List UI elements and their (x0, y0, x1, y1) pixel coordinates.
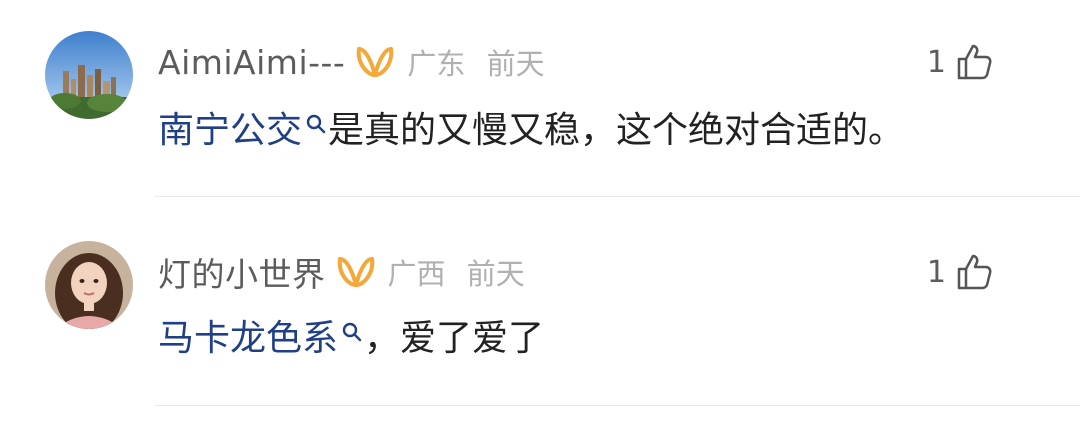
username[interactable]: 灯的小世界 (158, 248, 326, 296)
comment-text: 南宁公交 是真的又慢又稳，这个绝对合适的。 (158, 100, 1040, 154)
avatar[interactable] (45, 241, 133, 329)
divider (155, 405, 1080, 406)
comment-text: 马卡龙色系 ，爱了爱了 (158, 308, 1040, 362)
location: 广东 (407, 47, 466, 81)
location: 广西 (387, 257, 446, 291)
comment-item: 灯的小世界 广西 前天 1 马卡龙色系 ，爱了爱了 (0, 198, 1080, 422)
username[interactable]: AimiAimi--- (158, 43, 345, 82)
like-button[interactable]: 1 (927, 37, 992, 87)
divider (155, 196, 1080, 197)
comment-meta: 广东 前天 (407, 41, 544, 83)
like-count: 1 (926, 44, 946, 80)
timestamp: 前天 (466, 257, 525, 291)
like-count: 1 (926, 254, 946, 290)
thumbs-up-icon[interactable] (956, 253, 992, 291)
topic-link[interactable]: 马卡龙色系 (158, 309, 338, 361)
like-button[interactable]: 1 (927, 247, 992, 297)
comment-meta: 广西 前天 (388, 251, 525, 293)
vip-badge-icon (336, 255, 376, 289)
topic-link[interactable]: 南宁公交 (158, 101, 302, 153)
avatar[interactable] (45, 31, 133, 119)
timestamp: 前天 (486, 47, 545, 81)
comment-header: AimiAimi--- 广东 前天 1 (158, 37, 1040, 87)
search-icon[interactable] (342, 312, 362, 342)
comment-body: 是真的又慢又稳，这个绝对合适的。 (328, 110, 905, 151)
thumbs-up-icon[interactable] (956, 43, 992, 81)
comment-item: AimiAimi--- 广东 前天 1 南宁公交 是真的又慢又稳，这个绝对合适的… (0, 0, 1080, 198)
comment-body: ，爱了爱了 (364, 318, 545, 359)
comment-header: 灯的小世界 广西 前天 1 (158, 247, 1040, 297)
search-icon[interactable] (306, 104, 326, 134)
vip-badge-icon (355, 45, 395, 79)
